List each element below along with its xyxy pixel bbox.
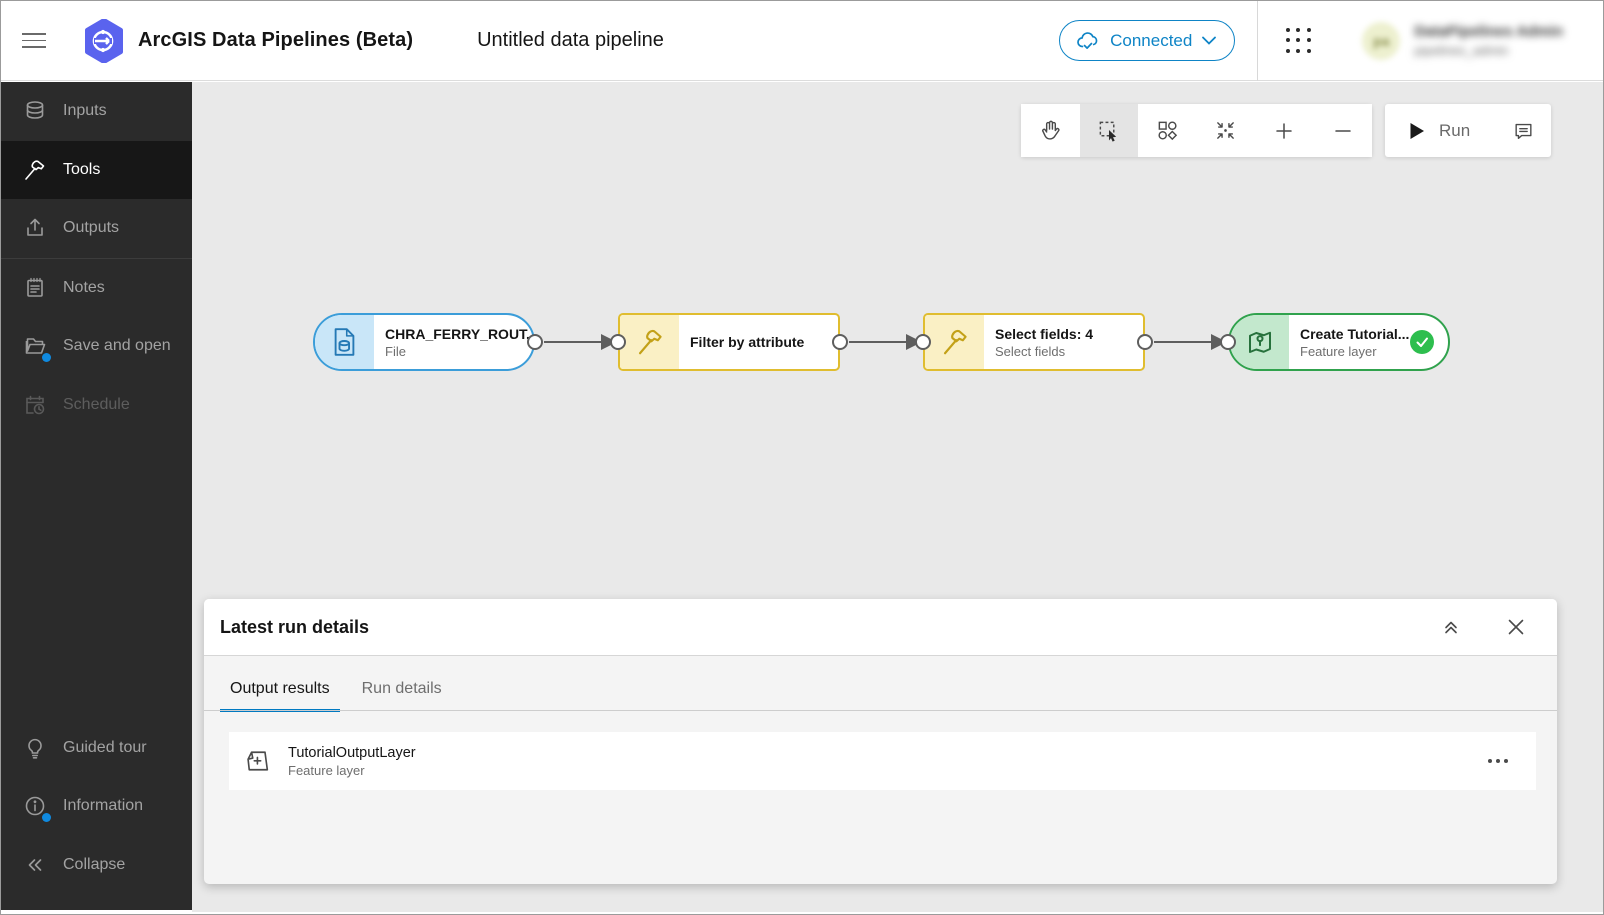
node-title: Select fields: 4 xyxy=(995,325,1094,342)
pipeline-canvas[interactable]: Run CHRA_FERRY_ROUT... File Filter by at… xyxy=(192,82,1603,912)
user-username: pipelines_admin xyxy=(1414,43,1509,58)
database-icon xyxy=(23,99,47,123)
node-title: CHRA_FERRY_ROUT... xyxy=(385,325,533,342)
minus-icon xyxy=(1335,129,1351,132)
app-logo-icon xyxy=(85,18,123,63)
zoom-out-button[interactable] xyxy=(1313,104,1372,157)
sidebar-item-label: Tools xyxy=(63,160,101,178)
run-toolbar: Run xyxy=(1385,104,1551,157)
run-button[interactable]: Run xyxy=(1385,104,1480,157)
double-chevron-left-icon xyxy=(23,853,47,877)
cloud-check-icon xyxy=(1077,31,1098,49)
node-title: Filter by attribute xyxy=(690,334,805,350)
result-subtitle: Feature layer xyxy=(288,762,365,778)
sidebar-item-notes[interactable]: Notes xyxy=(1,259,192,318)
node-filter-by-attribute[interactable]: Filter by attribute xyxy=(618,313,840,371)
center-fit-icon xyxy=(1217,122,1235,139)
sidebar-item-outputs[interactable]: Outputs xyxy=(1,199,192,258)
pan-tool-button[interactable] xyxy=(1021,104,1080,157)
info-circle-icon xyxy=(23,794,51,823)
node-subtitle: Select fields xyxy=(995,343,1066,359)
document-title: Untitled data pipeline xyxy=(477,29,664,51)
notification-dot xyxy=(42,813,51,823)
sidebar-item-label: Save and open xyxy=(63,337,171,355)
play-icon xyxy=(1410,122,1424,139)
auto-layout-button[interactable] xyxy=(1138,104,1197,157)
zoom-in-button[interactable] xyxy=(1255,104,1314,157)
feature-layer-icon xyxy=(243,747,273,775)
hammer-icon xyxy=(23,158,47,182)
node-input-file[interactable]: CHRA_FERRY_ROUT... File xyxy=(313,313,535,371)
connected-button[interactable]: Connected xyxy=(1059,20,1236,61)
sidebar-item-collapse[interactable]: Collapse xyxy=(1,836,192,895)
sidebar-item-label: Schedule xyxy=(63,395,130,413)
sidebar-item-save-and-open[interactable]: Save and open xyxy=(1,317,192,376)
sidebar-item-inputs[interactable]: Inputs xyxy=(1,82,192,141)
node-subtitle: File xyxy=(385,343,406,359)
marquee-select-icon xyxy=(1099,121,1117,142)
success-check-icon xyxy=(1410,330,1434,354)
hamburger-menu-icon[interactable] xyxy=(22,29,46,53)
connected-label: Connected xyxy=(1110,30,1193,50)
header-divider xyxy=(1257,1,1259,81)
note-icon xyxy=(23,276,47,300)
feature-layer-output-icon xyxy=(1230,315,1289,369)
hammer-tool-icon xyxy=(620,315,679,369)
hand-icon xyxy=(1041,120,1060,140)
comment-icon xyxy=(1515,123,1532,139)
canvas-view-toolbar xyxy=(1021,104,1372,157)
output-result-row[interactable]: TutorialOutputLayer Feature layer xyxy=(229,732,1536,790)
user-display-name: DataPipelines Admin xyxy=(1414,23,1563,40)
close-icon xyxy=(1508,619,1524,635)
row-options-button[interactable] xyxy=(1482,753,1514,769)
app-title: ArcGIS Data Pipelines (Beta) xyxy=(138,29,414,51)
feedback-button[interactable] xyxy=(1512,120,1535,142)
sidebar-item-guided-tour[interactable]: Guided tour xyxy=(1,719,192,778)
latest-run-details-panel: Latest run details Output results Run de… xyxy=(204,599,1557,884)
sidebar-item-tools[interactable]: Tools xyxy=(1,140,192,199)
node-create-feature-layer[interactable]: Create Tutorial... Feature layer xyxy=(1228,313,1450,371)
file-input-icon xyxy=(315,315,374,369)
app-window: ArcGIS Data Pipelines (Beta) Untitled da… xyxy=(0,0,1604,915)
sidebar-item-label: Notes xyxy=(63,278,105,296)
run-label: Run xyxy=(1439,120,1471,140)
upload-icon xyxy=(23,216,47,240)
avatar: pa xyxy=(1362,21,1401,60)
panel-header: Latest run details xyxy=(204,599,1557,656)
calendar-clock-icon xyxy=(23,393,47,417)
sidebar-item-label: Collapse xyxy=(63,855,126,873)
zoom-to-fit-button[interactable] xyxy=(1196,104,1255,157)
sidebar-footer: Guided tour Information Collapse xyxy=(1,719,192,895)
folder-icon xyxy=(23,334,51,363)
tab-run-details[interactable]: Run details xyxy=(352,680,452,711)
app-header: ArcGIS Data Pipelines (Beta) Untitled da… xyxy=(1,1,1603,81)
shapes-layout-icon xyxy=(1158,121,1177,141)
panel-title: Latest run details xyxy=(220,616,370,637)
node-select-fields[interactable]: Select fields: 4 Select fields xyxy=(923,313,1145,371)
plus-icon xyxy=(1276,122,1292,139)
sidebar-item-label: Information xyxy=(63,797,144,815)
sidebar: Inputs Tools Outputs Notes Save and open… xyxy=(1,82,192,910)
sidebar-item-label: Outputs xyxy=(63,219,120,237)
notification-dot xyxy=(42,353,51,363)
tab-output-results[interactable]: Output results xyxy=(220,680,340,712)
tabs-underline xyxy=(204,710,1557,711)
close-panel-button[interactable] xyxy=(1503,614,1529,640)
expand-panel-button[interactable] xyxy=(1437,613,1465,641)
chevron-down-icon xyxy=(1202,36,1217,45)
sidebar-item-label: Inputs xyxy=(63,102,107,120)
sidebar-item-information[interactable]: Information xyxy=(1,777,192,836)
user-menu[interactable]: pa DataPipelines Admin pipelines_admin xyxy=(1362,21,1563,60)
result-title: TutorialOutputLayer xyxy=(288,744,416,761)
sidebar-item-schedule: Schedule xyxy=(1,376,192,435)
lightbulb-icon xyxy=(23,736,47,760)
double-chevron-up-icon xyxy=(1445,621,1457,634)
hammer-tool-icon xyxy=(925,315,984,369)
sidebar-item-label: Guided tour xyxy=(63,738,147,756)
app-launcher-icon[interactable] xyxy=(1282,25,1314,57)
header-right: Connected pa DataPipelines Admin pipelin… xyxy=(1059,1,1603,81)
panel-tabs: Output results Run details xyxy=(204,656,1557,712)
select-tool-button[interactable] xyxy=(1079,104,1138,157)
